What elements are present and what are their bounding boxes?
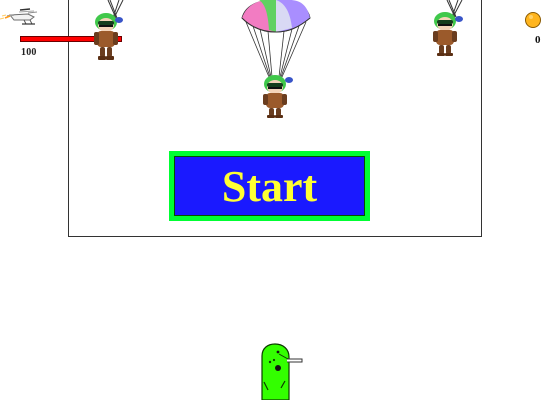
helicopter-icon	[0, 4, 46, 28]
game-stage: 100 0 Start	[0, 0, 550, 400]
start-button[interactable]: Start	[169, 151, 370, 221]
player-cannon-icon[interactable]	[250, 342, 308, 400]
health-value: 100	[21, 47, 37, 58]
start-button-face: Start	[174, 156, 365, 216]
coin-icon	[525, 12, 541, 28]
start-label: Start	[221, 162, 318, 211]
paratrooper-icon	[433, 0, 463, 56]
parachute-icon	[241, 0, 311, 118]
paratrooper-icon	[94, 0, 124, 60]
coin-count: 0	[535, 34, 541, 46]
